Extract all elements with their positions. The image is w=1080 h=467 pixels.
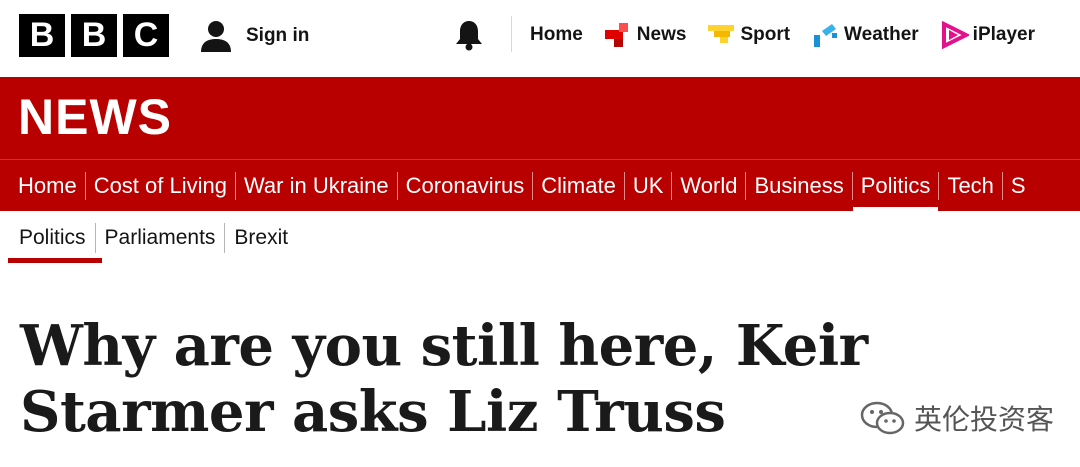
- notification-bell-icon[interactable]: [452, 18, 486, 52]
- section-nav-business[interactable]: Business: [746, 160, 851, 211]
- logo-block: B: [71, 14, 117, 57]
- weather-icon: [814, 24, 838, 47]
- sub-nav: Politics Parliaments Brexit: [0, 211, 1080, 265]
- section-nav-politics[interactable]: Politics: [852, 160, 939, 211]
- section-nav-home[interactable]: Home: [10, 160, 85, 211]
- subnav-brexit[interactable]: Brexit: [225, 221, 297, 255]
- bbc-logo[interactable]: B B C: [19, 14, 169, 57]
- top-nav: Home News Sport Weather iPlayer: [530, 16, 1057, 54]
- topnav-weather[interactable]: Weather: [812, 21, 919, 49]
- topnav-news[interactable]: News: [604, 21, 687, 49]
- section-nav-cost-of-living[interactable]: Cost of Living: [86, 160, 235, 211]
- logo-block: B: [19, 14, 65, 57]
- section-nav-climate[interactable]: Climate: [533, 160, 624, 211]
- top-bar: B B C Sign in Home News Sport Weather iP…: [0, 0, 1080, 77]
- topnav-news-label: News: [636, 24, 687, 45]
- logo-block: C: [123, 14, 169, 57]
- divider: [511, 16, 512, 52]
- topnav-sport-label: Sport: [740, 24, 791, 45]
- topnav-iplayer-label: iPlayer: [972, 24, 1035, 45]
- topnav-home-label: Home: [530, 24, 583, 45]
- watermark-text: 英伦投资客: [914, 403, 1055, 436]
- sign-in-button[interactable]: Sign in: [198, 16, 309, 56]
- section-nav: Home Cost of Living War in Ukraine Coron…: [0, 159, 1080, 211]
- section-nav-war-in-ukraine[interactable]: War in Ukraine: [236, 160, 397, 211]
- section-nav-coronavirus[interactable]: Coronavirus: [398, 160, 533, 211]
- section-nav-world[interactable]: World: [672, 160, 745, 211]
- iplayer-icon: [941, 21, 969, 49]
- section-nav-uk[interactable]: UK: [625, 160, 672, 211]
- topnav-iplayer[interactable]: iPlayer: [941, 21, 1035, 49]
- user-icon: [201, 21, 231, 52]
- sport-icon: [708, 25, 735, 43]
- subnav-politics[interactable]: Politics: [10, 221, 95, 255]
- section-nav-tech[interactable]: Tech: [939, 160, 1001, 211]
- news-icon: [604, 23, 628, 47]
- topnav-home[interactable]: Home: [530, 24, 583, 46]
- news-header: NEWS: [0, 77, 1080, 159]
- section-nav-truncated[interactable]: S: [1003, 160, 1034, 211]
- topnav-sport[interactable]: Sport: [708, 21, 790, 49]
- active-tab-indicator: [8, 258, 102, 263]
- subnav-parliaments[interactable]: Parliaments: [96, 221, 225, 255]
- topnav-weather-label: Weather: [844, 24, 919, 45]
- sign-in-label: Sign in: [246, 25, 310, 46]
- news-title[interactable]: NEWS: [18, 87, 172, 147]
- watermark: 英伦投资客: [858, 398, 1054, 438]
- wechat-icon: [860, 401, 905, 435]
